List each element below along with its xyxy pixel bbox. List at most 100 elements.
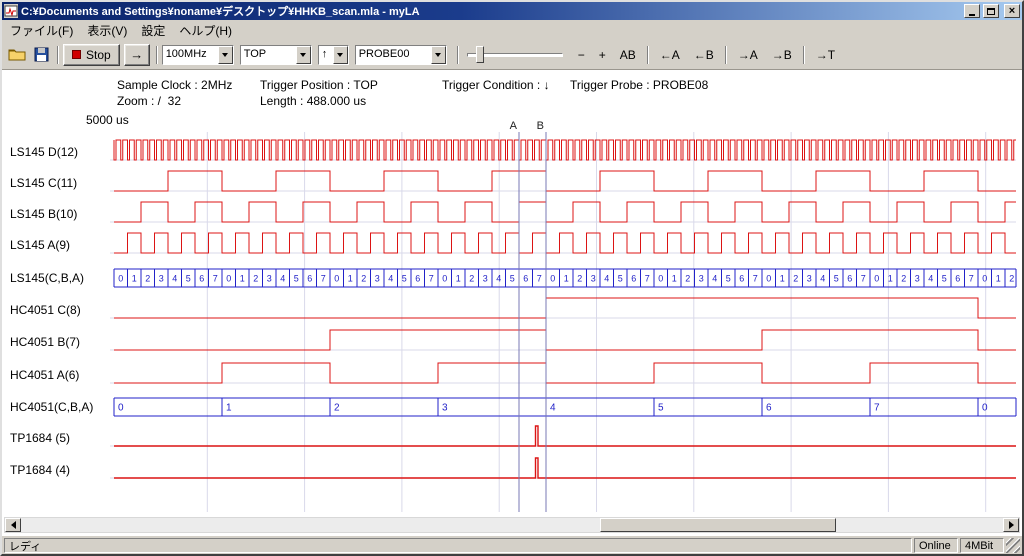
bus-value: 4 [172,274,177,284]
bus-value: 7 [861,274,866,284]
menu-view[interactable]: 表示(V) [80,20,134,41]
bus-value: 1 [226,403,232,414]
goto-b-right-button[interactable]: →B [765,45,799,65]
chevron-down-icon[interactable] [296,46,311,64]
bus-value: 5 [294,274,299,284]
bus-value: 6 [307,274,312,284]
floppy-icon [34,47,49,62]
menu-help[interactable]: ヘルプ(H) [172,20,239,41]
window-title: C:¥Documents and Settings¥noname¥デスクトップ¥… [21,3,961,19]
bus-value: 5 [618,274,623,284]
close-icon: × [1009,6,1015,16]
probe-value: PROBE00 [356,46,431,64]
waveform-trace [114,233,1016,253]
trigger-edge-value: ↑ [319,46,333,64]
goto-b-left-button[interactable]: ←B [687,45,721,65]
chevron-down-icon[interactable] [218,46,233,64]
ab-range-button[interactable]: AB [613,45,643,65]
bus-value: 2 [145,274,150,284]
probe-select[interactable]: PROBE00 [355,45,447,65]
bus-value: 7 [645,274,650,284]
goto-trigger-button[interactable]: →T [809,45,842,65]
minimize-button[interactable] [964,4,980,18]
channel-label: LS145(C,B,A) [10,271,84,285]
trigger-edge-select[interactable]: ↑ [318,45,349,65]
open-file-button[interactable] [5,44,29,66]
scrollbar-thumb[interactable] [600,518,836,532]
bus-value: 5 [834,274,839,284]
sample-clock-value: 100MHz [163,46,218,64]
bus-value: 5 [942,274,947,284]
channel-label: LS145 A(9) [10,238,70,252]
status-message: レディ [4,538,912,553]
waveform-display[interactable]: LS145 D(12)LS145 C(11)LS145 B(10)LS145 A… [2,70,1022,535]
bus-value: 7 [321,274,326,284]
bus-value: 4 [712,274,717,284]
bus-value: 0 [118,403,124,414]
bus-value: 2 [685,274,690,284]
scroll-left-button[interactable] [5,518,21,532]
menu-file[interactable]: ファイル(F) [3,20,80,41]
trigger-position-select[interactable]: TOP [240,45,312,65]
stop-label: Stop [86,48,111,62]
toolbar-separator [803,46,805,64]
cursor-label-A: A [510,120,518,132]
zoom-out-button[interactable]: − [571,45,592,65]
bus-value: 0 [226,274,231,284]
bus-value: 6 [415,274,420,284]
chevron-down-icon[interactable] [431,46,446,64]
stop-button[interactable]: Stop [63,44,120,66]
bus-value: 6 [847,274,852,284]
waveform-trace [114,298,1016,318]
bus-value: 3 [375,274,380,284]
zoom-in-button[interactable]: + [592,45,613,65]
toolbar-separator [647,46,649,64]
channel-label: HC4051 A(6) [10,368,79,382]
bus-value: 1 [348,274,353,284]
bus-value: 3 [267,274,272,284]
bus-value: 7 [537,274,542,284]
bus-value: 6 [955,274,960,284]
bus-value: 0 [334,274,339,284]
titlebar: C:¥Documents and Settings¥noname¥デスクトップ¥… [2,2,1022,20]
chevron-down-icon[interactable] [333,46,348,64]
channel-label: HC4051 B(7) [10,335,80,349]
sample-clock-select[interactable]: 100MHz [162,45,234,65]
trigger-position-value: TOP [241,46,296,64]
zoom-slider[interactable] [467,45,563,65]
arrow-left-icon [7,521,16,529]
bus-value: 7 [874,403,880,414]
scrollbar-track[interactable] [21,518,1003,532]
maximize-button[interactable] [983,4,999,18]
save-button[interactable] [29,44,53,66]
bus-value: 1 [672,274,677,284]
channel-label: TP1684 (4) [10,463,70,477]
stop-icon [72,50,81,59]
waveform-trace [114,458,1016,478]
bus-value: 2 [253,274,258,284]
scroll-right-button[interactable] [1003,518,1019,532]
bus-value: 2 [793,274,798,284]
goto-a-left-button[interactable]: ←A [653,45,687,65]
bus-value: 5 [510,274,515,284]
bus-value: 2 [1009,274,1014,284]
bus-value: 3 [915,274,920,284]
run-button[interactable]: → [124,44,150,66]
goto-a-right-button[interactable]: →A [731,45,765,65]
resize-grip[interactable] [1006,538,1020,553]
zoom-slider-thumb[interactable] [476,46,484,63]
minimize-icon [969,14,975,16]
menu-settings[interactable]: 設定 [134,20,172,41]
close-button[interactable]: × [1004,4,1020,18]
horizontal-scrollbar[interactable] [4,517,1020,533]
toolbar-separator [57,46,59,64]
bus-value: 7 [969,274,974,284]
bus-value: 2 [334,403,340,414]
waveform-trace [114,363,1016,383]
bus-value: 0 [982,274,987,284]
menubar: ファイル(F) 表示(V) 設定 ヘルプ(H) [2,20,1022,40]
bus-value: 4 [496,274,501,284]
waveform-trace [114,140,1016,160]
waveform-trace [114,171,1016,191]
main-area: Sample Clock : 2MHz Trigger Position : T… [2,70,1022,536]
